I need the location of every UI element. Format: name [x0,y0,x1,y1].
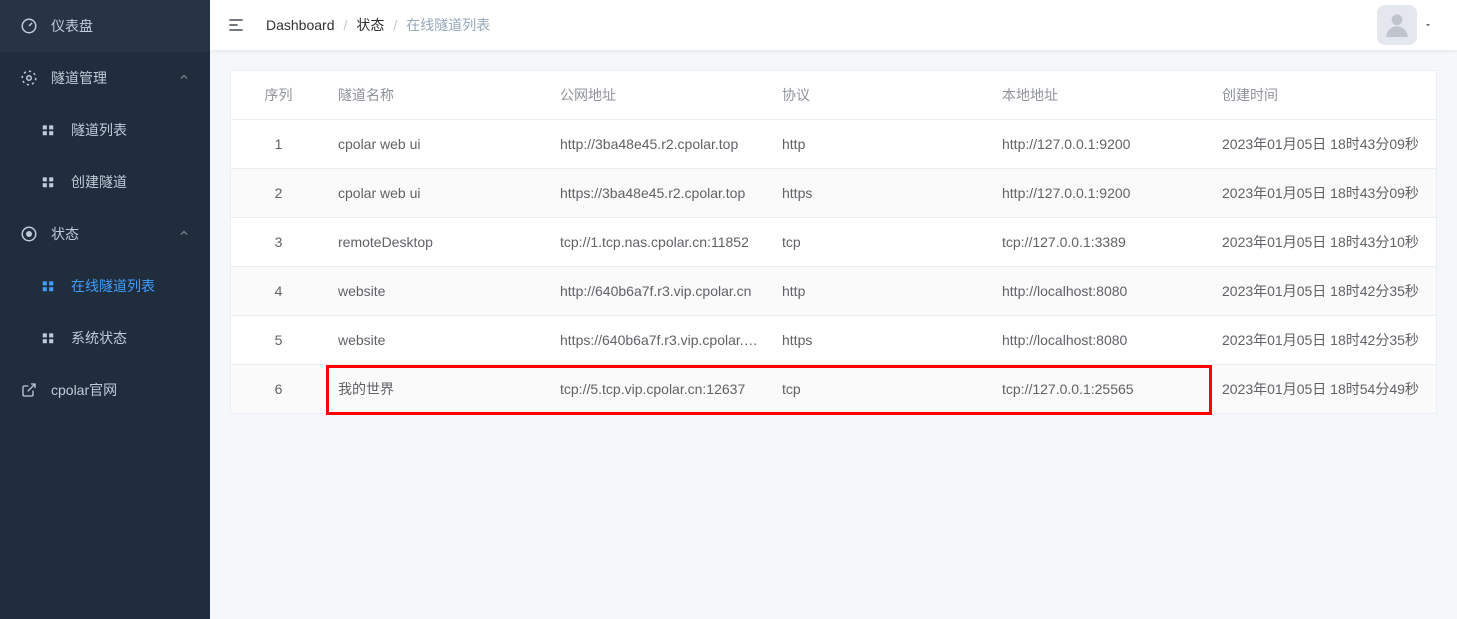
td-name: cpolar web ui [326,169,548,218]
sidebar-item-status[interactable]: 状态 [0,208,210,260]
breadcrumb-item[interactable]: Dashboard [266,17,335,33]
sidebar-sublabel: 在线隧道列表 [71,276,155,296]
breadcrumb-item-current: 在线隧道列表 [406,15,490,35]
external-link-icon [20,381,38,399]
header-right [1377,5,1441,45]
sidebar-label: cpolar官网 [51,380,190,400]
list-icon [40,122,56,138]
breadcrumb: Dashboard / 状态 / 在线隧道列表 [266,15,490,35]
td-proto: http [770,267,990,316]
table-row[interactable]: 6我的世界tcp://5.tcp.vip.cpolar.cn:12637tcpt… [231,365,1436,414]
td-local: http://127.0.0.1:9200 [990,169,1210,218]
chevron-up-icon [178,226,190,242]
caret-down-icon[interactable] [1423,17,1433,33]
sidebar-item-online-tunnels[interactable]: 在线隧道列表 [0,260,210,312]
sidebar-label: 仪表盘 [51,16,190,36]
list-icon [40,330,56,346]
td-public: https://640b6a7f.r3.vip.cpolar.cn [548,316,770,365]
page-header: Dashboard / 状态 / 在线隧道列表 [210,0,1457,50]
td-seq: 5 [231,316,326,365]
th-proto: 协议 [770,71,990,120]
td-created: 2023年01月05日 18时54分49秒 [1210,365,1436,414]
th-created: 创建时间 [1210,71,1436,120]
td-public: https://3ba48e45.r2.cpolar.top [548,169,770,218]
th-name: 隧道名称 [326,71,548,120]
breadcrumb-separator: / [393,17,397,33]
table-row[interactable]: 4websitehttp://640b6a7f.r3.vip.cpolar.cn… [231,267,1436,316]
sidebar-item-dashboard[interactable]: 仪表盘 [0,0,210,52]
td-public: tcp://5.tcp.vip.cpolar.cn:12637 [548,365,770,414]
breadcrumb-item[interactable]: 状态 [356,15,384,35]
td-created: 2023年01月05日 18时43分09秒 [1210,120,1436,169]
sidebar-sublabel: 隧道列表 [71,120,127,140]
td-seq: 2 [231,169,326,218]
td-proto: tcp [770,218,990,267]
td-created: 2023年01月05日 18时42分35秒 [1210,316,1436,365]
table-row[interactable]: 5websitehttps://640b6a7f.r3.vip.cpolar.c… [231,316,1436,365]
main-area: Dashboard / 状态 / 在线隧道列表 [210,0,1457,619]
sidebar-sublabel: 创建隧道 [71,172,127,192]
td-name: cpolar web ui [326,120,548,169]
sidebar-toggle-button[interactable] [226,15,246,35]
content-area: 序列 隧道名称 公网地址 协议 本地地址 创建时间 1cpolar web ui… [210,50,1457,619]
td-proto: https [770,169,990,218]
table-row[interactable]: 3remoteDesktoptcp://1.tcp.nas.cpolar.cn:… [231,218,1436,267]
td-seq: 1 [231,120,326,169]
th-seq: 序列 [231,71,326,120]
td-proto: http [770,120,990,169]
list-icon [40,278,56,294]
table-row[interactable]: 2cpolar web uihttps://3ba48e45.r2.cpolar… [231,169,1436,218]
td-name: website [326,316,548,365]
td-name: website [326,267,548,316]
td-proto: https [770,316,990,365]
sidebar: 仪表盘 隧道管理 隧道列表 创建隧道 [0,0,210,619]
td-proto: tcp [770,365,990,414]
sidebar-sublabel: 系统状态 [71,328,127,348]
gear-icon [20,69,38,87]
th-local: 本地地址 [990,71,1210,120]
sidebar-item-tunnel-list[interactable]: 隧道列表 [0,104,210,156]
td-public: tcp://1.tcp.nas.cpolar.cn:11852 [548,218,770,267]
sidebar-item-system-status[interactable]: 系统状态 [0,312,210,364]
sidebar-label: 隧道管理 [51,68,190,88]
tunnel-table: 序列 隧道名称 公网地址 协议 本地地址 创建时间 1cpolar web ui… [231,71,1436,413]
tunnel-table-container: 序列 隧道名称 公网地址 协议 本地地址 创建时间 1cpolar web ui… [230,70,1437,414]
status-icon [20,225,38,243]
td-local: tcp://127.0.0.1:25565 [990,365,1210,414]
td-seq: 3 [231,218,326,267]
td-created: 2023年01月05日 18时43分09秒 [1210,169,1436,218]
td-local: http://127.0.0.1:9200 [990,120,1210,169]
td-name: 我的世界 [326,365,548,414]
td-public: http://3ba48e45.r2.cpolar.top [548,120,770,169]
th-public: 公网地址 [548,71,770,120]
td-seq: 4 [231,267,326,316]
dashboard-icon [20,17,38,35]
td-local: http://localhost:8080 [990,267,1210,316]
sidebar-label: 状态 [51,224,190,244]
sidebar-item-create-tunnel[interactable]: 创建隧道 [0,156,210,208]
td-public: http://640b6a7f.r3.vip.cpolar.cn [548,267,770,316]
td-local: http://localhost:8080 [990,316,1210,365]
chevron-up-icon [178,70,190,86]
list-icon [40,174,56,190]
user-avatar[interactable] [1377,5,1417,45]
table-row[interactable]: 1cpolar web uihttp://3ba48e45.r2.cpolar.… [231,120,1436,169]
td-created: 2023年01月05日 18时42分35秒 [1210,267,1436,316]
td-name: remoteDesktop [326,218,548,267]
sidebar-item-tunnel-mgmt[interactable]: 隧道管理 [0,52,210,104]
sidebar-item-official-site[interactable]: cpolar官网 [0,364,210,416]
td-seq: 6 [231,365,326,414]
td-local: tcp://127.0.0.1:3389 [990,218,1210,267]
breadcrumb-separator: / [344,17,348,33]
td-created: 2023年01月05日 18时43分10秒 [1210,218,1436,267]
